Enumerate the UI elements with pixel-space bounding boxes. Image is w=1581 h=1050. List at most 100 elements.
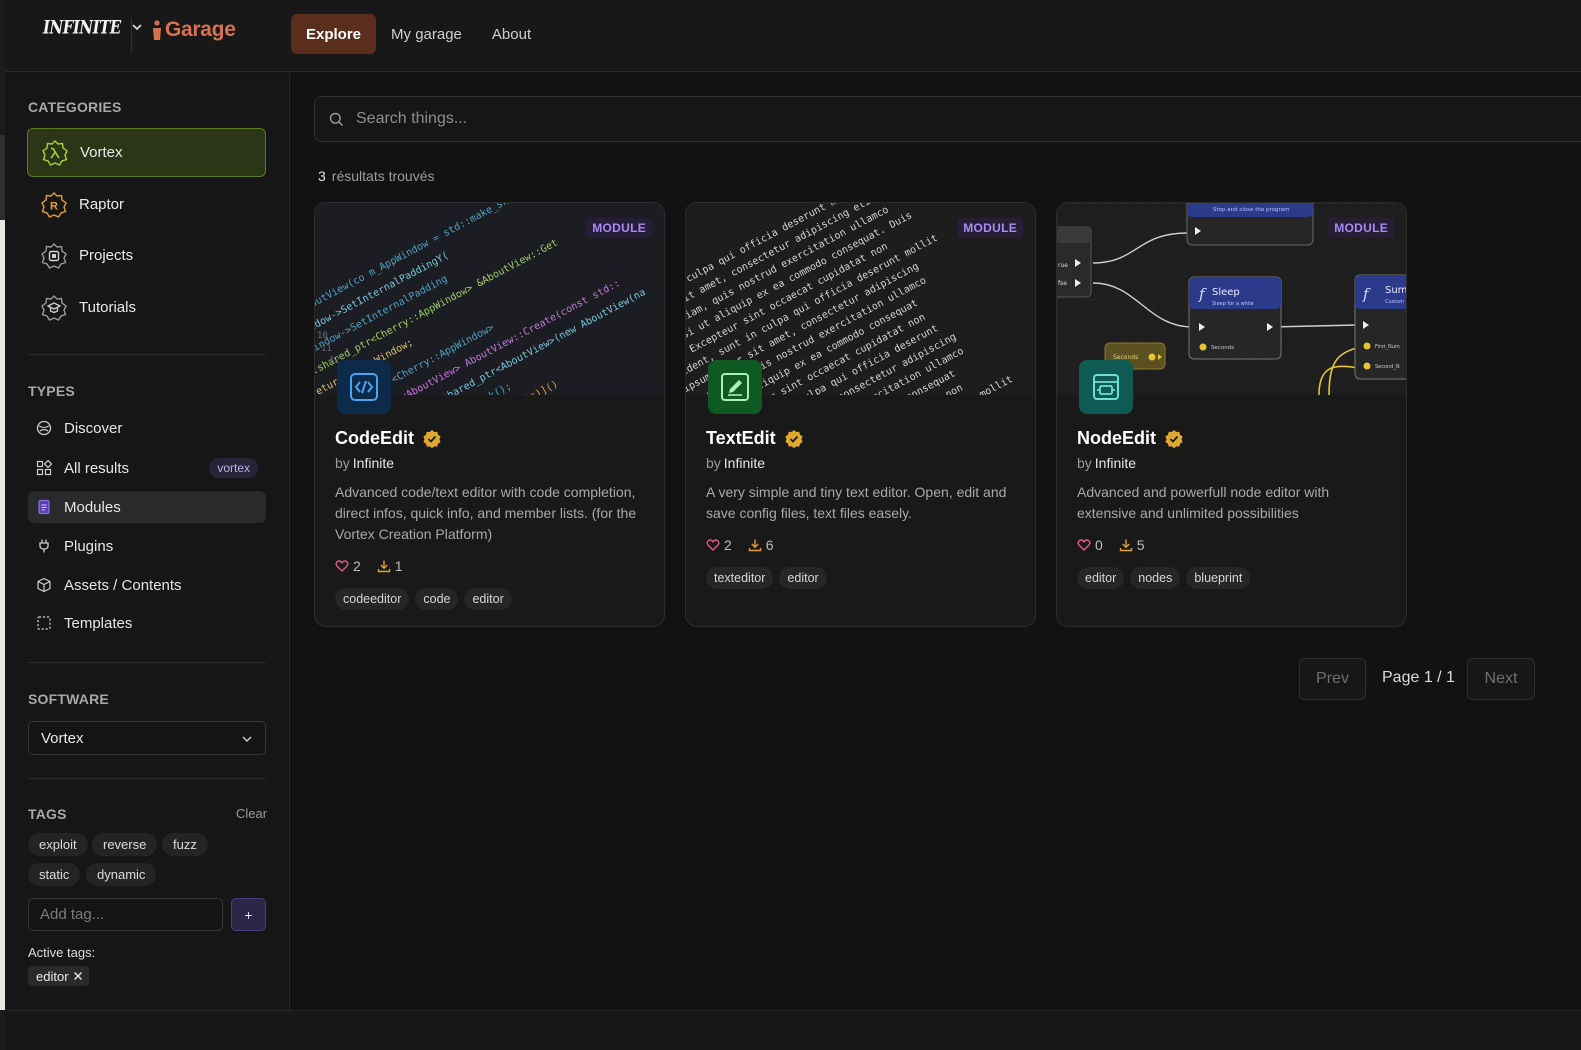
code-brackets-icon	[350, 373, 378, 401]
type-assets-contents[interactable]: Assets / Contents	[28, 569, 266, 601]
category-label: Projects	[79, 247, 134, 264]
garage-person-icon	[153, 20, 161, 40]
tags-clear-button[interactable]: Clear	[236, 806, 267, 821]
sidebar-divider	[28, 662, 266, 663]
likes-stat[interactable]: 2	[706, 537, 732, 553]
svg-text:fse: fse	[1058, 280, 1067, 287]
card-tag[interactable]: nodes	[1130, 567, 1181, 589]
card-description: A very simple and tiny text editor. Open…	[706, 484, 1007, 521]
nodeedit-app-icon	[1079, 360, 1133, 414]
category-projects[interactable]: Projects	[27, 231, 266, 280]
likes-stat[interactable]: 2	[335, 558, 361, 574]
svg-text:Sum: Sum	[1385, 285, 1407, 296]
plug-icon	[39, 539, 49, 553]
download-icon	[1119, 539, 1132, 552]
types-title: TYPES	[28, 383, 75, 399]
tag-dynamic[interactable]: dynamic	[86, 863, 157, 886]
heart-icon	[706, 539, 720, 551]
cube-icon	[37, 577, 51, 593]
card-tag[interactable]: blueprint	[1186, 567, 1251, 589]
card-tag[interactable]: editor	[1077, 567, 1125, 589]
add-tag-button[interactable]: +	[231, 898, 266, 931]
card-tags: codeeditor code editor	[335, 588, 512, 610]
type-all-results[interactable]: All results vortex	[28, 452, 266, 484]
search-input[interactable]	[356, 110, 1456, 128]
type-discover[interactable]: Discover	[28, 412, 266, 444]
add-tag-input[interactable]	[28, 898, 223, 931]
module-badge: MODULE	[586, 218, 652, 238]
module-card-codeedit[interactable]: tView::AboutView(co m_AppWindow = std::m…	[314, 202, 665, 627]
author-link[interactable]: Infinite	[353, 455, 394, 471]
tag-fuzz[interactable]: fuzz	[162, 833, 208, 856]
sidebar-divider	[28, 354, 266, 355]
card-author: by Infinite	[335, 455, 395, 471]
type-templates[interactable]: Templates	[28, 607, 266, 639]
author-link[interactable]: Infinite	[1095, 455, 1136, 471]
nav-my-garage[interactable]: My garage	[376, 14, 477, 54]
active-tag-label: editor	[36, 968, 69, 984]
search-bar[interactable]	[314, 96, 1581, 142]
module-badge: MODULE	[957, 218, 1023, 238]
brand-switcher[interactable]: INFINITE	[43, 15, 143, 39]
downloads-stat: 1	[377, 558, 403, 574]
tags-title: TAGS	[28, 806, 67, 822]
tutorials-icon	[41, 294, 67, 321]
category-tutorials[interactable]: Tutorials	[27, 283, 266, 332]
verified-badge-icon	[785, 429, 803, 448]
card-tag[interactable]: editor	[464, 588, 512, 610]
prev-page-button[interactable]: Prev	[1299, 658, 1366, 700]
software-select[interactable]: Vortex	[28, 721, 266, 755]
results-count: 3 résultats trouvés	[318, 168, 435, 184]
likes-stat[interactable]: 0	[1077, 537, 1103, 553]
active-tags-label: Active tags:	[28, 945, 96, 960]
tag-static[interactable]: static	[28, 863, 81, 886]
garage-logo-text: Garage	[165, 18, 236, 41]
downloads-stat: 6	[748, 537, 774, 553]
module-card-textedit[interactable]: ident, sunt in culpa qui officia deserun…	[685, 202, 1036, 627]
next-page-button[interactable]: Next	[1467, 658, 1535, 700]
verified-badge-icon	[1165, 429, 1183, 448]
active-tag-editor[interactable]: editor	[28, 966, 89, 986]
top-bar: INFINITE Garage Explore My garage About	[5, 0, 1581, 72]
author-link[interactable]: Infinite	[724, 455, 765, 471]
close-icon[interactable]	[73, 971, 83, 981]
raptor-r-icon: R	[41, 191, 67, 218]
card-tag[interactable]: code	[415, 588, 459, 610]
module-card-nodeedit[interactable]: rue fse Stop and close the program Secon…	[1056, 202, 1407, 627]
type-label: All results	[64, 459, 130, 477]
nav-about[interactable]: About	[477, 14, 546, 54]
svg-text:11: 11	[321, 344, 332, 354]
downloads-stat: 5	[1119, 537, 1145, 553]
type-label: Modules	[64, 498, 121, 516]
card-stats: 0 5	[1077, 537, 1145, 553]
type-plugins[interactable]: Plugins	[28, 530, 266, 562]
category-vortex[interactable]: Vortex	[27, 128, 266, 177]
tag-exploit[interactable]: exploit	[28, 833, 88, 856]
type-modules[interactable]: Modules	[28, 491, 266, 523]
heart-icon	[335, 560, 349, 572]
infinite-logo: INFINITE	[43, 15, 121, 39]
category-label: Raptor	[79, 196, 125, 213]
svg-text:First_Num: First_Num	[1375, 344, 1400, 350]
card-title-text: TextEdit	[706, 428, 776, 448]
garage-logo[interactable]: Garage	[151, 18, 236, 42]
card-title-text: NodeEdit	[1077, 428, 1156, 448]
nav-explore[interactable]: Explore	[291, 14, 377, 54]
card-tag[interactable]: codeeditor	[335, 588, 410, 610]
category-label: Tutorials	[79, 299, 136, 316]
card-tag[interactable]: texteditor	[706, 567, 774, 589]
template-icon	[37, 616, 51, 630]
page-indicator: Page 1 / 1	[1382, 669, 1455, 686]
card-stats: 2 6	[706, 537, 774, 553]
main-nav: Explore My garage About	[291, 14, 546, 54]
category-raptor[interactable]: R Raptor	[27, 180, 266, 229]
tag-reverse[interactable]: reverse	[92, 833, 158, 856]
card-author: by Infinite	[706, 455, 766, 471]
type-label: Plugins	[64, 537, 114, 555]
module-icon	[38, 499, 50, 515]
chevron-down-icon	[132, 24, 142, 31]
svg-text:R: R	[50, 200, 58, 212]
card-tag[interactable]: editor	[779, 567, 827, 589]
projects-icon	[41, 242, 67, 269]
compass-icon	[36, 420, 52, 436]
